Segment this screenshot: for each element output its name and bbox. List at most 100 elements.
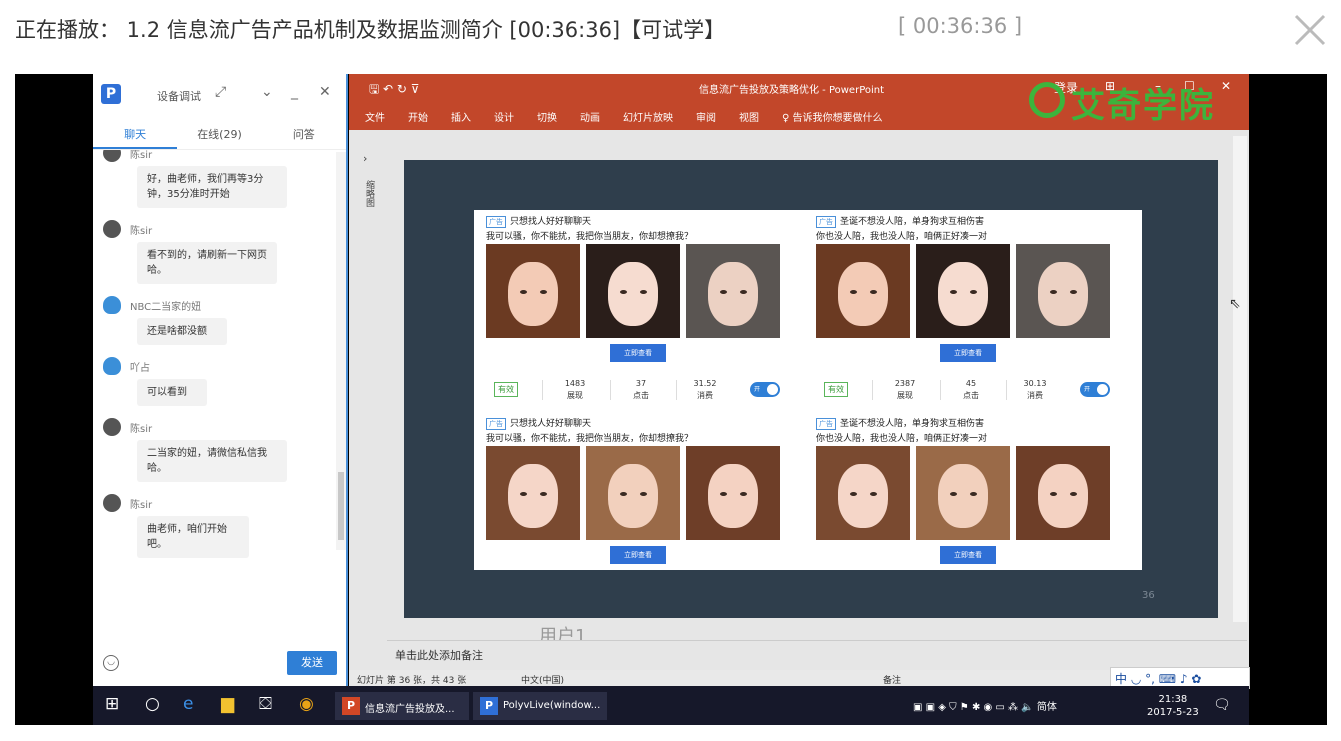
- player-header: 正在播放： 1.2 信息流广告产品机制及数据监测简介 [00:36:36]【可试…: [0, 0, 1341, 60]
- stat-spend: 31.52 消费: [693, 379, 717, 400]
- ad-title: 只想找人好好聊聊天: [510, 217, 592, 227]
- photo: [1016, 244, 1110, 338]
- message-bubble: 还是啥都没额: [137, 318, 227, 345]
- photo: [686, 446, 780, 540]
- device-debug-label[interactable]: 设备调试: [157, 88, 201, 104]
- chevron-right-icon[interactable]: ›: [363, 152, 367, 165]
- message-user: NBC二当家的妞: [130, 302, 202, 313]
- chevron-down-icon[interactable]: ⌄: [261, 84, 273, 100]
- ad-title: 只想找人好好聊聊天: [510, 419, 592, 429]
- thumbnail-label[interactable]: 缩略图: [363, 180, 376, 207]
- message-user: 陈sir: [130, 226, 153, 237]
- status-badge: 有效: [494, 382, 518, 397]
- chrome-icon[interactable]: ◉: [299, 694, 314, 714]
- avatar: [103, 150, 121, 162]
- chat-tabs: 聊天 在线(29) 问答: [93, 114, 346, 150]
- toggle-switch[interactable]: 开: [1080, 382, 1110, 397]
- taskbar-app-polyvlive[interactable]: P PolyvLive(window...: [473, 692, 607, 720]
- status-badge: 有效: [824, 382, 848, 397]
- minimize-icon[interactable]: _: [291, 84, 298, 100]
- tab-view[interactable]: 视图: [739, 109, 759, 124]
- windows-start-icon[interactable]: ⊞: [105, 694, 119, 714]
- quick-access-toolbar[interactable]: 🖫 ↶ ↻ ⊽: [369, 80, 420, 101]
- playback-time: [ 00:36:36 ]: [898, 14, 1023, 38]
- ad-subtitle: 我可以骚，你不能扰，我把你当朋友，你却想撩我？: [486, 434, 694, 444]
- avatar: [103, 220, 121, 238]
- system-clock[interactable]: 21:38 2017-5-23: [1147, 693, 1199, 719]
- popout-icon[interactable]: ⤢: [215, 84, 226, 100]
- photo: [816, 244, 910, 338]
- view-now-button[interactable]: 立即查看: [940, 344, 996, 362]
- ad-tag: 广告: [816, 216, 836, 228]
- search-icon[interactable]: ○: [145, 694, 160, 714]
- tab-transitions[interactable]: 切换: [537, 109, 557, 124]
- chat-panel: P 设备调试 ⤢ ⌄ _ ✕ 聊天 在线(29) 问答 陈sir 好，曲老师，我…: [93, 74, 348, 686]
- avatar: [103, 296, 121, 314]
- notes-pane[interactable]: 单击此处添加备注: [387, 640, 1247, 664]
- tab-slideshow[interactable]: 幻灯片放映: [623, 109, 673, 124]
- tab-home[interactable]: 开始: [408, 109, 428, 124]
- tab-design[interactable]: 设计: [494, 109, 514, 124]
- system-tray[interactable]: ▣ ▣ ◈ ⛉ ⚑ ✱ ◉ ▭ ⁂ 🔈 简体: [913, 698, 1057, 713]
- tab-online[interactable]: 在线(29): [177, 114, 261, 149]
- photo: [586, 244, 680, 338]
- photo: [486, 244, 580, 338]
- chat-input-bar: ◡ 发送: [93, 649, 346, 686]
- brand-watermark: 艾奇学院: [1071, 86, 1215, 126]
- tell-me-search[interactable]: ♀ 告诉我你想要做什么: [782, 109, 883, 124]
- message-user: 陈sir: [130, 500, 153, 511]
- tab-review[interactable]: 审阅: [696, 109, 716, 124]
- notes-button[interactable]: 备注: [883, 673, 901, 686]
- brand-logo-icon: [1029, 82, 1065, 118]
- close-icon[interactable]: [1290, 10, 1330, 50]
- toggle-switch[interactable]: 开: [750, 382, 780, 397]
- chat-scrollbar[interactable]: [336, 152, 346, 550]
- tab-animations[interactable]: 动画: [580, 109, 600, 124]
- emoji-icon[interactable]: ◡: [103, 655, 119, 671]
- photo: [916, 244, 1010, 338]
- stat-impressions: 1483 展现: [564, 379, 586, 400]
- tab-insert[interactable]: 插入: [451, 109, 471, 124]
- slide-canvas[interactable]: 广告 只想找人好好聊聊天 我可以骚，你不能扰，我把你当朋友，你却想撩我？ 立即查看…: [404, 160, 1218, 618]
- stats-row: 有效 1483 展现 37 点击 31.52 消费 开: [474, 376, 796, 402]
- photo: [1016, 446, 1110, 540]
- photo: [586, 446, 680, 540]
- close-icon[interactable]: ✕: [1221, 79, 1231, 93]
- slide: 广告 只想找人好好聊聊天 我可以骚，你不能扰，我把你当朋友，你却想撩我？ 立即查看…: [474, 210, 1142, 570]
- ad-subtitle: 你也没人陪，我也没人陪，咱俩正好凑一对: [816, 434, 988, 444]
- close-icon[interactable]: ✕: [319, 84, 331, 100]
- ad-card: 广告 只想找人好好聊聊天 我可以骚，你不能扰，我把你当朋友，你却想撩我？ 立即查看: [474, 412, 796, 570]
- message-user: 陈sir: [130, 424, 153, 435]
- avatar: [103, 357, 121, 375]
- video-player[interactable]: P 设备调试 ⤢ ⌄ _ ✕ 聊天 在线(29) 问答 陈sir 好，曲老师，我…: [15, 74, 1327, 725]
- stat-spend: 30.13 消费: [1023, 379, 1047, 400]
- windows-taskbar: ⊞ ○ e ▆ ⛋ ◉ P 信息流广告投放及... P PolyvLive(wind…: [93, 686, 1249, 725]
- window-title: 信息流广告投放及策略优化 - PowerPoint: [699, 85, 885, 96]
- message-bubble: 看不到的，请刷新一下网页哈。: [137, 242, 277, 284]
- store-icon[interactable]: ⛋: [259, 694, 272, 714]
- stat-clicks: 37 点击: [633, 379, 649, 400]
- stat-impressions: 2387 展现: [894, 379, 916, 400]
- tab-file[interactable]: 文件: [365, 109, 385, 124]
- tab-chat[interactable]: 聊天: [93, 114, 178, 149]
- slide-scrollbar[interactable]: [1233, 136, 1247, 622]
- taskbar-app-powerpoint[interactable]: P 信息流广告投放及...: [335, 692, 469, 720]
- view-now-button[interactable]: 立即查看: [610, 344, 666, 362]
- ad-title: 圣诞不想没人陪，单身狗求互相伤害: [840, 217, 985, 227]
- ad-tag: 广告: [486, 418, 506, 430]
- send-button[interactable]: 发送: [287, 651, 337, 675]
- message-bubble: 好，曲老师，我们再等3分钟，35分准时开始: [137, 166, 287, 208]
- file-explorer-icon[interactable]: ▆: [221, 694, 234, 714]
- message-user: 陈sir: [130, 150, 153, 161]
- view-now-button[interactable]: 立即查看: [610, 546, 666, 564]
- tab-qa[interactable]: 问答: [262, 114, 346, 149]
- message-bubble: 二当家的妞，请微信私信我哈。: [137, 440, 287, 482]
- message-user: 吖占: [130, 363, 150, 374]
- photo: [686, 244, 780, 338]
- avatar: [103, 494, 121, 512]
- language-indicator[interactable]: 中文(中国): [521, 673, 564, 686]
- edge-icon[interactable]: e: [183, 694, 193, 714]
- notification-icon[interactable]: 🗨: [1213, 697, 1231, 713]
- view-now-button[interactable]: 立即查看: [940, 546, 996, 564]
- ad-subtitle: 我可以骚，你不能扰，我把你当朋友，你却想撩我？: [486, 232, 694, 242]
